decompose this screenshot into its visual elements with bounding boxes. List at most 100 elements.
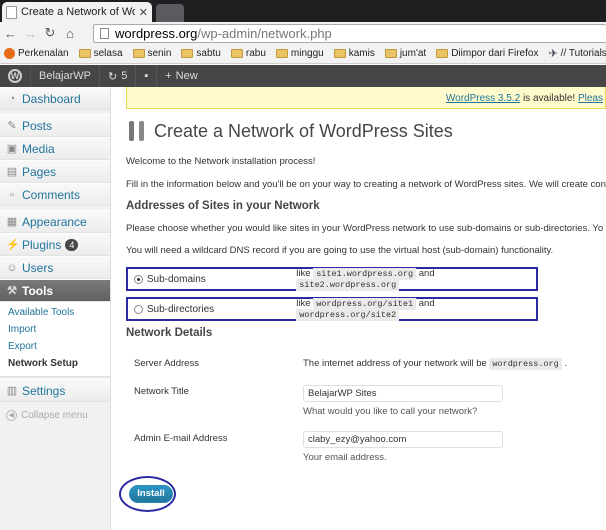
welcome-text: Welcome to the Network installation proc… [126, 156, 316, 167]
page-header: Create a Network of WordPress Sites [126, 119, 453, 143]
comment-icon: ▫ [10, 188, 14, 201]
menu-dashboard[interactable]: ◔ Dashboard [0, 87, 110, 110]
submenu-export[interactable]: Export [0, 338, 110, 355]
new-content-link[interactable]: + New [157, 65, 205, 87]
folder-icon [230, 49, 243, 58]
bookmark-item[interactable]: rabu [230, 48, 266, 59]
bookmark-item[interactable]: jum'at [384, 48, 426, 59]
submenu-network-setup[interactable]: Network Setup [0, 355, 110, 372]
page-title: Create a Network of WordPress Sites [154, 120, 453, 141]
folder-icon [333, 49, 346, 58]
menu-comments[interactable]: ▫ Comments [0, 183, 110, 206]
bookmark-item[interactable]: selasa [78, 48, 123, 59]
network-title-label: Network Title [134, 386, 189, 397]
forward-icon[interactable]: → [24, 26, 37, 41]
site-name-link[interactable]: BelajarWP [31, 65, 100, 87]
updates-link[interactable]: ↻ 5 [100, 65, 137, 87]
menu-pages[interactable]: ▤ Pages [0, 160, 110, 183]
back-icon[interactable]: ← [4, 26, 17, 41]
update-nag: WordPress 3.5.2 is available! Pleas [126, 87, 606, 109]
browser-tab[interactable]: Create a Network of Word ✕ [2, 2, 152, 22]
close-icon[interactable]: ✕ [139, 6, 148, 19]
wildcard-text: You will need a wildcard DNS record if y… [126, 245, 554, 256]
intro-text: Fill in the information below and you'll… [126, 179, 606, 190]
tab-title: Create a Network of Word [21, 6, 135, 18]
bookmark-item[interactable]: sabtu [181, 48, 221, 59]
admin-email-input[interactable] [303, 431, 503, 448]
plus-icon: + [165, 70, 172, 82]
folder-icon [181, 49, 194, 58]
reload-icon[interactable]: ↻ [44, 25, 56, 41]
bookmark-item[interactable]: Diimpor dari Firefox [436, 48, 538, 59]
menu-appearance[interactable]: ▦ Appearance [0, 210, 110, 233]
collapse-icon: ◀ [6, 410, 17, 421]
subdomains-radio[interactable] [134, 274, 143, 284]
choose-text: Please choose whether you would like sit… [126, 223, 604, 234]
network-title-input[interactable] [303, 385, 503, 402]
bookmark-item[interactable]: ✈// Tutorials - Fre [548, 47, 606, 60]
admin-email-hint: Your email address. [303, 452, 387, 463]
main-content: WordPress 3.5.2 is available! Pleas Crea… [112, 87, 606, 530]
new-tab-button[interactable] [156, 4, 184, 22]
folder-icon [436, 49, 449, 58]
wp-admin-bar: W BelajarWP ↻ 5 ▪ + New [0, 65, 606, 87]
server-address-value: The internet address of your network wil… [303, 358, 567, 370]
settings-icon: ▥ [6, 384, 18, 397]
menu-settings[interactable]: ▥ Settings [0, 379, 110, 402]
bookmarks-bar: Perkenalan selasa senin sabtu rabu mingg… [0, 44, 606, 64]
tools-icon [126, 119, 148, 143]
refresh-icon: ↻ [107, 70, 118, 83]
folder-icon [384, 49, 397, 58]
menu-users[interactable]: ☺ Users [0, 256, 110, 279]
page-icon [100, 28, 109, 39]
wordpress-icon: W [8, 69, 22, 83]
address-bar[interactable]: wordpress.org/wp-admin/network.php [93, 24, 606, 43]
menu-posts[interactable]: ✎ Posts [0, 114, 110, 137]
menu-tools[interactable]: ⚒ Tools [0, 279, 110, 302]
page-icon: ▤ [6, 165, 18, 178]
dashboard-icon: ◔ [8, 92, 16, 105]
menu-plugins[interactable]: ⚡ Plugins 4 [0, 233, 110, 256]
update-version-link[interactable]: WordPress 3.5.2 [446, 93, 520, 104]
tools-icon: ⚒ [7, 284, 17, 297]
update-now-link[interactable]: Pleas [578, 93, 603, 104]
browser-tab-strip: Create a Network of Word ✕ [0, 0, 606, 22]
bookmark-item[interactable]: Perkenalan [4, 48, 69, 59]
subdomains-label: Sub-domains [146, 273, 206, 285]
url-text: wordpress.org/wp-admin/network.php [115, 26, 332, 41]
addresses-heading: Addresses of Sites in your Network [126, 200, 320, 212]
collapse-menu-button[interactable]: ◀ Collapse menu [0, 402, 110, 421]
network-details-heading: Network Details [126, 327, 213, 339]
subdomains-example: like site1.wordpress.org and site2.wordp… [296, 268, 435, 291]
install-button[interactable]: Install [129, 485, 173, 503]
submenu-import[interactable]: Import [0, 321, 110, 338]
admin-sidebar: ◔ Dashboard ✎ Posts ▣ Media ▤ Pages ▫ Comment… [0, 87, 111, 530]
menu-media[interactable]: ▣ Media [0, 137, 110, 160]
firefox-icon [4, 48, 15, 59]
bookmark-item[interactable]: minggu [275, 48, 324, 59]
tools-submenu: Available Tools Import Export Network Se… [0, 302, 110, 377]
subdirectories-option[interactable]: Sub-directories like wordpress.org/site1… [126, 297, 538, 321]
server-address-label: Server Address [134, 358, 199, 369]
subdomains-option[interactable]: Sub-domains like site1.wordpress.org and… [126, 267, 538, 291]
home-icon[interactable]: ⌂ [64, 26, 76, 41]
appearance-icon: ▦ [6, 215, 18, 228]
submenu-available-tools[interactable]: Available Tools [0, 304, 110, 321]
subdirectories-label: Sub-directories [146, 303, 215, 315]
page-icon [6, 5, 17, 19]
folder-icon [275, 49, 288, 58]
speech-bubble-icon: ▪ [144, 70, 149, 82]
tutorials-icon: ✈ [548, 48, 558, 60]
comments-link[interactable]: ▪ [136, 65, 158, 87]
wp-logo-menu[interactable]: W [0, 65, 31, 87]
media-icon: ▣ [6, 142, 18, 155]
users-icon: ☺ [6, 261, 18, 274]
bookmark-item[interactable]: kamis [333, 48, 375, 59]
network-title-hint: What would you like to call your network… [303, 406, 478, 417]
bookmark-item[interactable]: senin [132, 48, 171, 59]
subdirectories-example: like wordpress.org/site1 and wordpress.o… [296, 298, 435, 321]
folder-icon [132, 49, 145, 58]
plugins-update-count: 4 [65, 238, 79, 251]
subdirectories-radio[interactable] [134, 304, 143, 314]
admin-email-label: Admin E-mail Address [134, 433, 228, 444]
